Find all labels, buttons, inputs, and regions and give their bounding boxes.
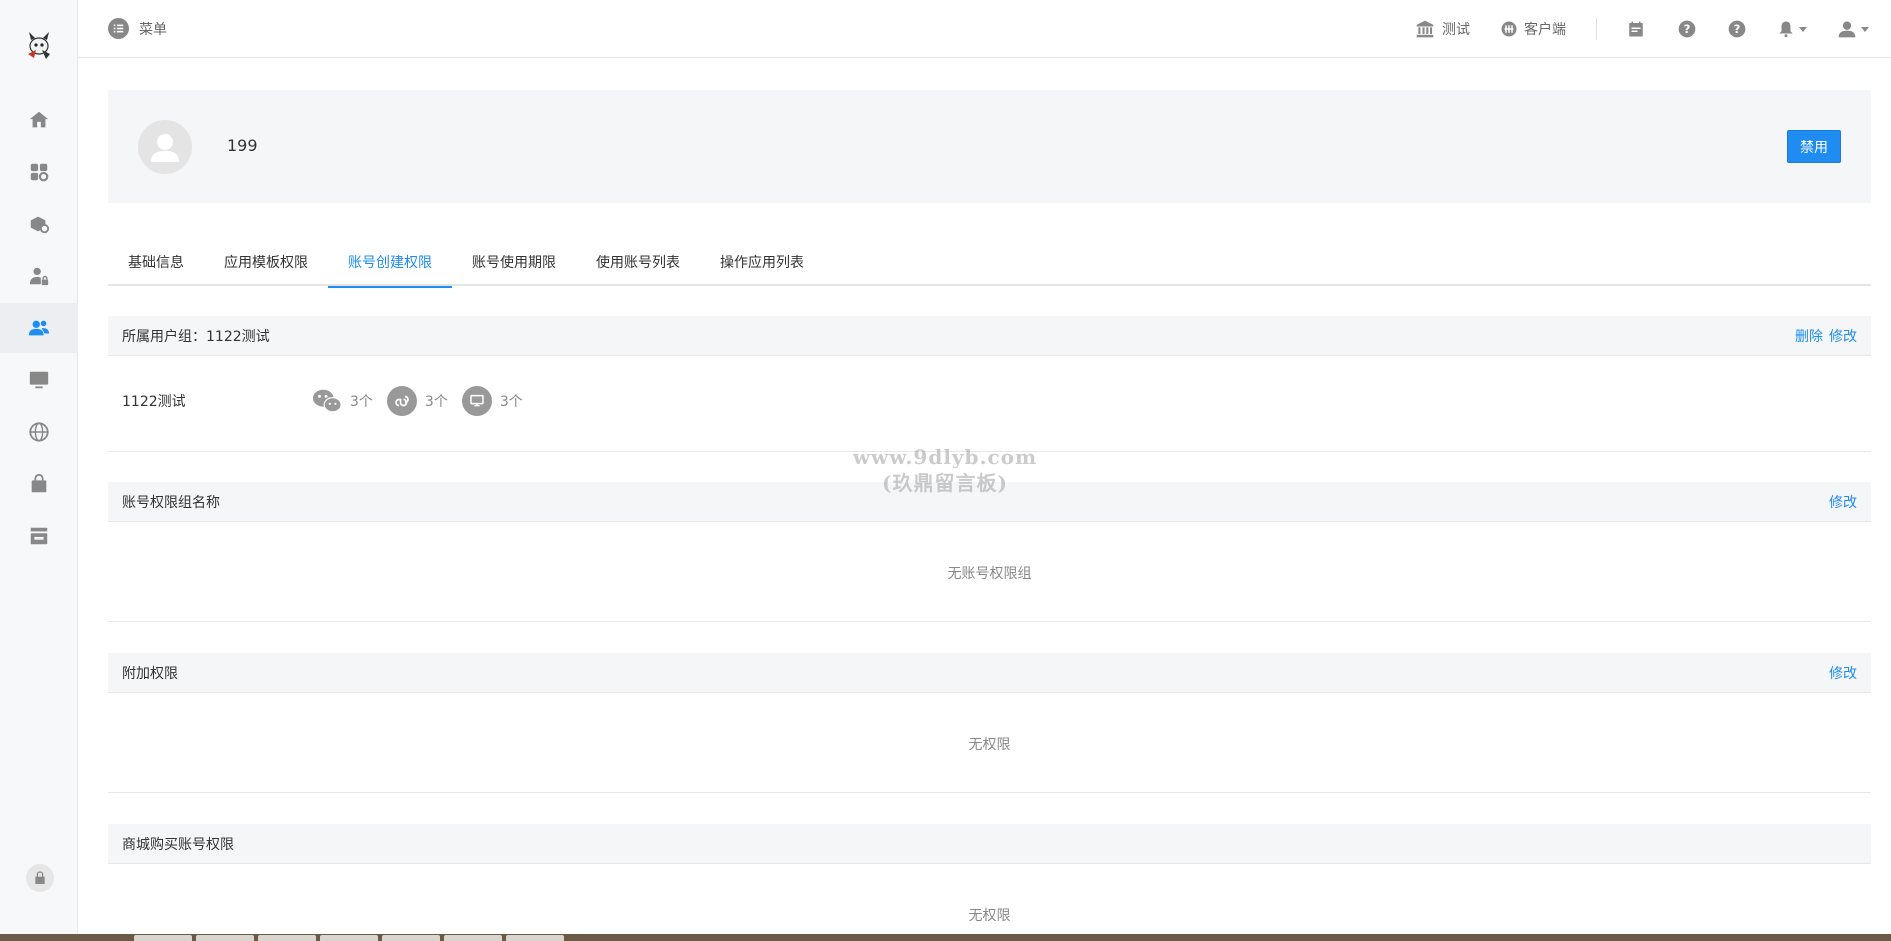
sidebar	[0, 0, 78, 934]
tab-used-accounts-list[interactable]: 使用账号列表	[576, 238, 700, 286]
home-icon	[29, 111, 49, 128]
menu-toggle[interactable]: 菜单	[108, 18, 167, 39]
group-row: 1122测试 3个 3个 3个	[122, 386, 537, 416]
tab-basic-info[interactable]: 基础信息	[108, 238, 204, 286]
user-icon	[1838, 21, 1856, 38]
tab-account-create-permissions[interactable]: 账号创建权限	[328, 238, 452, 288]
edit-group-link[interactable]: 修改	[1829, 326, 1857, 346]
header-link-client[interactable]: 客户端	[1500, 19, 1566, 39]
store-icon	[30, 527, 48, 545]
tab-account-usage-period[interactable]: 账号使用期限	[452, 238, 576, 286]
user-profile-card: 199 禁用	[108, 90, 1871, 203]
edit-permission-group-link[interactable]: 修改	[1829, 492, 1857, 512]
quota-count: 3个	[499, 394, 523, 410]
section-title: 商城购买账号权限	[122, 836, 234, 853]
top-header: 菜单 测试 客户端 ? ?	[78, 0, 1891, 58]
taskbar-item[interactable]	[506, 935, 564, 941]
os-taskbar	[0, 934, 1891, 941]
help-icon: ?	[1678, 20, 1696, 38]
pc-icon	[461, 386, 492, 416]
taskbar-item[interactable]	[196, 935, 254, 941]
pc-quota: 3个	[461, 386, 523, 416]
edit-extra-permission-link[interactable]: 修改	[1829, 663, 1857, 683]
svg-text:?: ?	[1734, 22, 1741, 36]
header-divider	[1596, 18, 1597, 40]
nav-packages[interactable]	[0, 199, 78, 249]
disable-button[interactable]: 禁用	[1787, 130, 1841, 163]
user-dropdown[interactable]	[1837, 19, 1869, 39]
header-link-label: 客户端	[1524, 22, 1566, 38]
mall-permission-section-header: 商城购买账号权限	[108, 824, 1871, 864]
user-group-section-header: 所属用户组：1122测试 删除 修改	[108, 316, 1871, 356]
header-link-test[interactable]: 测试	[1414, 19, 1470, 39]
lock-screen-button[interactable]	[26, 864, 54, 892]
group-name: 1122测试	[122, 394, 186, 410]
empty-state-text: 无权限	[968, 737, 1011, 753]
nav-web[interactable]	[0, 407, 78, 457]
mall-permission-section-body: 无权限	[108, 864, 1871, 934]
nav-home[interactable]	[0, 95, 78, 145]
empty-state-text: 无账号权限组	[947, 566, 1032, 582]
nav-devices[interactable]	[0, 355, 78, 405]
taskbar-item[interactable]	[320, 935, 378, 941]
section-title: 附加权限	[122, 665, 178, 682]
nav-store[interactable]	[0, 511, 78, 561]
quota-count: 3个	[424, 394, 448, 410]
taskbar-item[interactable]	[382, 935, 440, 941]
logo-icon[interactable]	[22, 28, 56, 62]
apps-settings-icon	[30, 163, 49, 182]
permission-group-section-header: 账号权限组名称 修改	[108, 482, 1871, 522]
taskbar-item[interactable]	[134, 935, 192, 941]
package-settings-icon	[30, 216, 50, 234]
wechat-icon	[312, 386, 342, 416]
calendar-icon	[1629, 21, 1643, 37]
globe-icon	[29, 422, 49, 442]
taskbar-item[interactable]	[444, 935, 502, 941]
help-button[interactable]: ?	[1677, 19, 1697, 39]
user-avatar-icon	[151, 134, 179, 162]
chevron-down-icon	[1861, 26, 1869, 32]
tab-operated-apps-list[interactable]: 操作应用列表	[700, 238, 824, 286]
nav-users[interactable]	[0, 303, 78, 353]
miniprogram-quota: 3个	[386, 386, 448, 416]
nav-apps[interactable]	[0, 147, 78, 197]
calendar-button[interactable]	[1627, 19, 1647, 39]
nav-user-permissions[interactable]	[0, 251, 78, 301]
user-group-section-body: 1122测试 3个 3个 3个	[108, 356, 1871, 452]
users-icon	[28, 320, 50, 336]
avatar	[138, 120, 192, 174]
permission-group-section-body: 无账号权限组	[108, 522, 1871, 622]
taskbar-item[interactable]	[258, 935, 316, 941]
help-icon: ?	[1728, 20, 1746, 38]
client-icon	[1501, 21, 1517, 37]
bank-icon	[1416, 20, 1434, 38]
svg-text:?: ?	[1684, 22, 1691, 36]
extra-permission-section-header: 附加权限 修改	[108, 653, 1871, 693]
section-title: 账号权限组名称	[122, 494, 220, 511]
header-link-label: 测试	[1442, 22, 1470, 38]
tab-app-template-permissions[interactable]: 应用模板权限	[204, 238, 328, 286]
section-title: 所属用户组：1122测试	[122, 328, 270, 345]
empty-state-text: 无权限	[968, 908, 1011, 924]
profile-name: 199	[227, 136, 258, 155]
nav-orders[interactable]	[0, 459, 78, 509]
miniprogram-icon	[386, 386, 417, 416]
chevron-down-icon	[1799, 26, 1807, 32]
wechat-quota: 3个	[312, 386, 373, 416]
lock-icon	[35, 871, 45, 884]
list-icon	[108, 18, 129, 39]
notifications-dropdown[interactable]	[1777, 20, 1807, 38]
detail-tabs: 基础信息 应用模板权限 账号创建权限 账号使用期限 使用账号列表 操作应用列表	[108, 238, 1871, 288]
menu-label: 菜单	[139, 21, 167, 38]
user-lock-icon	[29, 267, 49, 286]
extra-permission-section-body: 无权限	[108, 693, 1871, 793]
bag-icon	[31, 473, 47, 493]
bell-icon	[1779, 21, 1793, 38]
monitor-icon	[29, 371, 49, 389]
help-button-2[interactable]: ?	[1727, 19, 1747, 39]
quota-count: 3个	[350, 394, 373, 410]
delete-group-link[interactable]: 删除	[1795, 326, 1823, 346]
